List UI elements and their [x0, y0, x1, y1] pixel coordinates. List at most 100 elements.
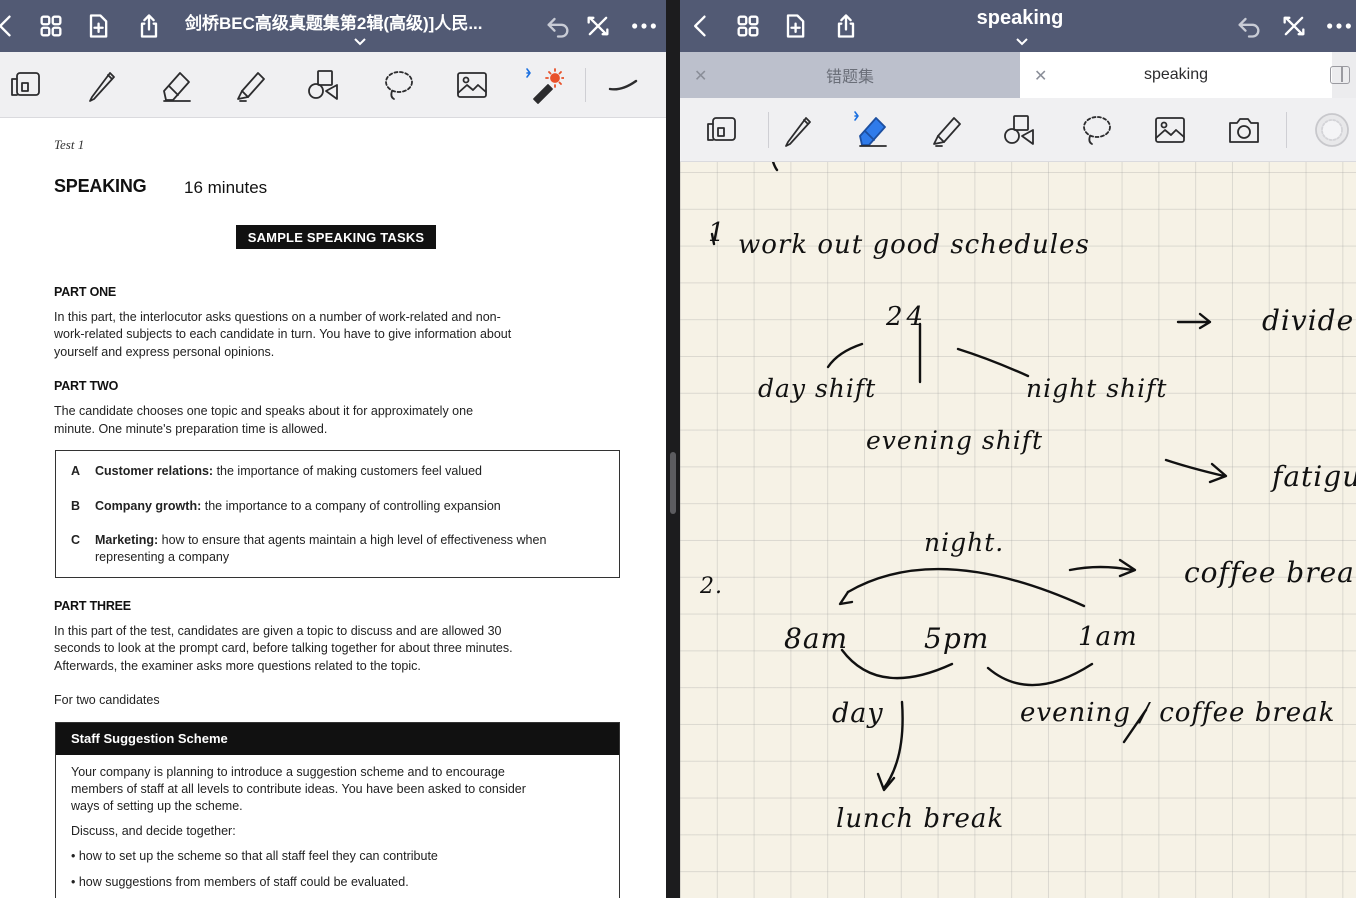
camera-icon[interactable] — [1218, 104, 1270, 156]
part-two-line: The candidate chooses one topic and spea… — [54, 404, 474, 418]
lasso-icon[interactable] — [1070, 104, 1122, 156]
task-letter: A — [71, 464, 81, 478]
share-icon[interactable] — [828, 8, 864, 44]
stroke-preview-icon[interactable] — [596, 59, 648, 111]
right-pane-notebook: speaking ✕ 错题集 ✕ speaking 1 work out goo… — [680, 0, 1356, 898]
close-x-icon[interactable] — [580, 8, 616, 44]
task-text: representing a company — [95, 550, 230, 564]
document-title[interactable]: 剑桥BEC高级真题集第2辑(高级)]人民... — [185, 9, 537, 34]
part-one-line: yourself and express personal opinions. — [54, 345, 275, 359]
task-options-box: A Customer relations: the importance of … — [55, 450, 620, 578]
scheme-bullet: • how to set up the scheme so that all s… — [71, 849, 438, 863]
note-divide: divide — [1262, 304, 1355, 337]
note-time-5pm: 5pm — [924, 622, 990, 655]
staff-suggestion-scheme-box: Staff Suggestion Scheme Your company is … — [55, 722, 620, 898]
grid-icon[interactable] — [730, 8, 766, 44]
color-swatch-icon[interactable] — [1306, 104, 1356, 156]
note-item-2-number: 2. — [700, 574, 723, 599]
left-pane-pdf-viewer: 剑桥BEC高级真题集第2辑(高级)]人民... Test 1 SPEAKING … — [0, 0, 666, 898]
part-three-heading: PART THREE — [54, 599, 131, 613]
part-one-heading: PART ONE — [54, 285, 117, 299]
scheme-intro-line: ways of setting up the scheme. — [71, 799, 243, 813]
note-evening-shift: evening shift — [866, 426, 1044, 455]
note-night-shift: night shift — [1026, 374, 1168, 403]
note-item-1-heading: work out good schedules — [738, 230, 1090, 260]
note-coffee-break-top: coffee brea — [1184, 556, 1355, 589]
for-two-candidates: For two candidates — [54, 693, 160, 707]
image-icon[interactable] — [1144, 104, 1196, 156]
note-time-1am: 1am — [1078, 622, 1138, 652]
notebook-title[interactable]: speaking — [950, 7, 1090, 30]
note-lunch-break: lunch break — [836, 804, 1005, 834]
task-title: Customer relations: — [95, 464, 214, 478]
ink-strokes — [710, 162, 1228, 792]
note-fatigue: fatigu — [1272, 460, 1356, 493]
shapes-icon[interactable] — [994, 104, 1046, 156]
part-one-line: work-related subjects to each candidate … — [54, 327, 512, 341]
part-two-heading: PART TWO — [54, 379, 119, 393]
tab-label: speaking — [1143, 66, 1209, 83]
right-toolbar — [680, 98, 1356, 162]
task-letter: B — [71, 499, 81, 513]
pdf-page: Test 1 SPEAKING 16 minutes SAMPLE SPEAKI… — [0, 118, 666, 898]
note-day: day — [832, 698, 884, 729]
chevron-left-icon[interactable] — [683, 8, 719, 44]
task-text: the importance of making customers feel … — [213, 464, 482, 478]
tab-close-icon[interactable]: ✕ — [1034, 66, 1047, 86]
image-icon[interactable] — [446, 59, 498, 111]
left-toolbar — [0, 52, 666, 118]
part-three-line: In this part of the test, candidates are… — [54, 624, 502, 638]
scheme-intro-line: Your company is planning to introduce a … — [71, 765, 505, 779]
close-x-icon[interactable] — [1276, 8, 1312, 44]
tab-bar: ✕ 错题集 ✕ speaking — [680, 52, 1356, 98]
highlighter-icon[interactable] — [224, 59, 276, 111]
note-night-label: night. — [924, 528, 1005, 557]
right-navbar: speaking — [680, 0, 1356, 52]
tab-speaking[interactable]: ✕ speaking — [1020, 52, 1332, 98]
sample-tasks-banner: SAMPLE SPEAKING TASKS — [236, 225, 436, 249]
share-icon[interactable] — [131, 8, 167, 44]
sidebar-toggle-icon[interactable] — [1330, 66, 1350, 84]
pen-icon[interactable] — [76, 59, 128, 111]
add-page-icon[interactable] — [777, 8, 813, 44]
eraser-icon[interactable] — [150, 59, 202, 111]
task-text: how to ensure that agents maintain a hig… — [158, 533, 547, 547]
more-icon[interactable] — [626, 8, 662, 44]
scheme-bullet: • how suggestions from members of staff … — [71, 875, 409, 889]
undo-icon[interactable] — [540, 8, 576, 44]
lasso-icon[interactable] — [372, 59, 424, 111]
section-title: SPEAKING — [54, 176, 147, 196]
section-duration: 16 minutes — [184, 178, 268, 197]
note-time-8am: 8am — [784, 622, 849, 655]
part-three-line: Afterwards, the examiner asks more quest… — [54, 659, 421, 673]
note-evening-coffee-break: evening / coffee break — [1020, 698, 1336, 728]
tab-cuotiji[interactable]: ✕ 错题集 — [680, 52, 1020, 98]
test-label: Test 1 — [54, 137, 85, 152]
grid-icon[interactable] — [33, 8, 69, 44]
handwriting-canvas[interactable]: 1 work out good schedules 24 divide day … — [680, 162, 1356, 898]
part-two-line: minute. One minute's preparation time is… — [54, 422, 328, 436]
chevron-down-icon[interactable] — [1016, 33, 1032, 46]
highlighter-icon[interactable] — [920, 104, 972, 156]
split-view-handle[interactable] — [670, 452, 676, 514]
pen-icon[interactable] — [772, 104, 824, 156]
task-text: the importance to a company of controlli… — [201, 499, 501, 513]
scheme-discuss: Discuss, and decide together: — [71, 824, 236, 838]
task-title: Company growth: — [95, 499, 202, 513]
page-layout-icon[interactable] — [698, 104, 750, 156]
chevron-left-icon[interactable] — [0, 8, 24, 44]
add-page-icon[interactable] — [80, 8, 116, 44]
left-navbar: 剑桥BEC高级真题集第2辑(高级)]人民... — [0, 0, 666, 52]
page-layout-icon[interactable] — [2, 59, 54, 111]
shapes-icon[interactable] — [298, 59, 350, 111]
undo-icon[interactable] — [1231, 8, 1267, 44]
scheme-title: Staff Suggestion Scheme — [56, 723, 619, 755]
laser-pointer-icon[interactable] — [518, 59, 570, 111]
tab-label: 错题集 — [825, 69, 874, 86]
chevron-down-icon[interactable] — [354, 33, 370, 46]
task-letter: C — [71, 533, 81, 547]
eraser-icon[interactable] — [846, 104, 898, 156]
tab-close-icon[interactable]: ✕ — [694, 66, 707, 86]
split-view-divider[interactable] — [666, 0, 680, 898]
more-icon[interactable] — [1321, 8, 1356, 44]
